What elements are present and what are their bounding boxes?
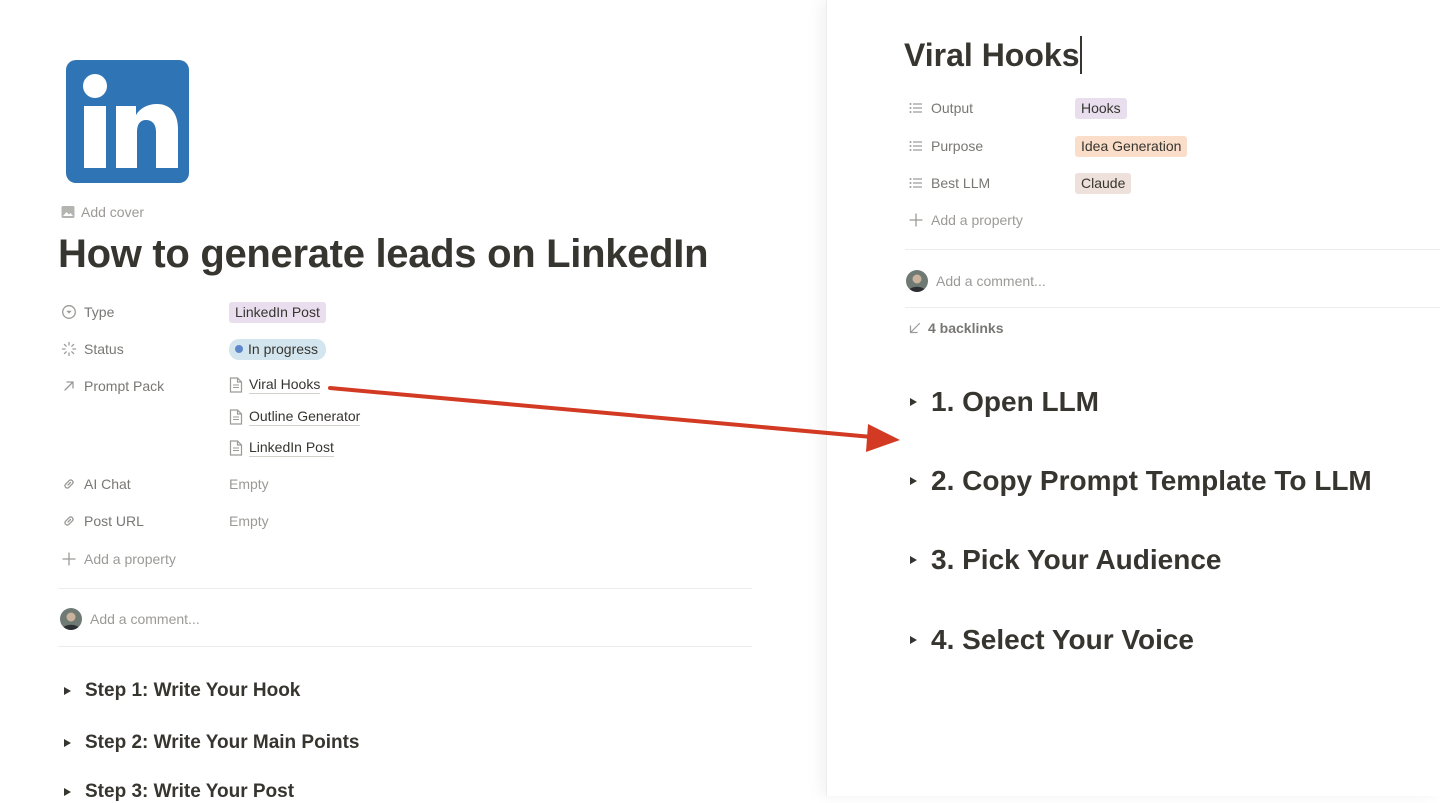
image-icon xyxy=(61,206,75,218)
relation-link-label: Viral Hooks xyxy=(249,376,321,394)
divider xyxy=(58,588,752,589)
property-best-llm[interactable]: Best LLM Claude xyxy=(908,172,1132,194)
toggle-triangle-icon xyxy=(64,788,71,796)
list-icon xyxy=(909,103,922,113)
status-dot-icon xyxy=(235,345,243,353)
property-prompt-pack-label: Prompt Pack xyxy=(84,378,165,394)
toggle-label: 3. Pick Your Audience xyxy=(931,544,1222,575)
page-icon xyxy=(229,440,243,456)
add-cover-button[interactable]: Add cover xyxy=(61,203,144,221)
plus-icon xyxy=(62,552,76,566)
property-output[interactable]: Output Hooks xyxy=(908,97,1127,119)
toggle-triangle-icon xyxy=(910,398,917,406)
property-purpose[interactable]: Purpose Idea Generation xyxy=(908,135,1188,157)
relation-link-outline-generator[interactable]: Outline Generator xyxy=(229,407,361,427)
comment-placeholder: Add a comment... xyxy=(90,611,200,627)
backlinks-label: 4 backlinks xyxy=(928,320,1004,336)
relation-link-label: LinkedIn Post xyxy=(249,439,334,457)
linkedin-logo-icon[interactable] xyxy=(66,60,189,183)
relation-link-viral-hooks[interactable]: Viral Hooks xyxy=(229,375,321,395)
property-purpose-label: Purpose xyxy=(931,138,984,154)
toggle-triangle-icon xyxy=(910,636,917,644)
toggle-triangle-icon xyxy=(910,556,917,564)
divider xyxy=(905,249,1440,250)
type-tag[interactable]: LinkedIn Post xyxy=(229,301,326,323)
post-url-value[interactable]: Empty xyxy=(229,513,269,529)
divider xyxy=(905,307,1440,308)
add-cover-label: Add cover xyxy=(81,204,145,220)
property-type[interactable]: Type LinkedIn Post xyxy=(61,301,326,323)
backlink-arrow-icon xyxy=(909,322,921,334)
property-output-label: Output xyxy=(931,100,974,116)
text-cursor xyxy=(1080,36,1082,74)
toggle-label: Step 1: Write Your Hook xyxy=(85,680,301,701)
toggle-select-voice[interactable]: 4. Select Your Voice xyxy=(910,624,1194,656)
toggle-label: Step 3: Write Your Post xyxy=(85,781,295,802)
toggle-label: 4. Select Your Voice xyxy=(931,624,1195,655)
property-status-label: Status xyxy=(84,341,124,357)
toggle-label: 1. Open LLM xyxy=(931,386,1099,417)
add-property-button[interactable]: Add a property xyxy=(908,209,1023,231)
toggle-step-3[interactable]: Step 3: Write Your Post xyxy=(64,781,294,803)
toggle-label: 2. Copy Prompt Template To LLM xyxy=(931,465,1372,496)
avatar xyxy=(906,270,928,292)
peek-page-title[interactable]: Viral Hooks xyxy=(904,36,1082,74)
property-type-label: Type xyxy=(84,304,115,320)
avatar xyxy=(60,608,82,630)
plus-icon xyxy=(909,213,923,227)
page-icon xyxy=(229,409,243,425)
page-icon xyxy=(229,377,243,393)
property-post-url[interactable]: Post URL Empty xyxy=(61,510,269,532)
divider xyxy=(58,646,752,647)
list-icon xyxy=(909,141,922,151)
relation-arrow-icon xyxy=(64,381,74,391)
add-property-button[interactable]: Add a property xyxy=(61,548,176,570)
relation-link-linkedin-post[interactable]: LinkedIn Post xyxy=(229,438,334,458)
toggle-open-llm[interactable]: 1. Open LLM xyxy=(910,386,1099,418)
toggle-label: Step 2: Write Your Main Points xyxy=(85,732,360,753)
property-status[interactable]: Status In progress xyxy=(61,338,327,360)
page-title[interactable]: How to generate leads on LinkedIn xyxy=(58,232,709,277)
property-ai-chat-label: AI Chat xyxy=(84,476,131,492)
add-property-label: Add a property xyxy=(931,212,1023,228)
property-ai-chat[interactable]: AI Chat Empty xyxy=(61,473,269,495)
comment-input[interactable]: Add a comment... xyxy=(906,270,1046,292)
output-tag[interactable]: Hooks xyxy=(1075,97,1127,119)
toggle-triangle-icon xyxy=(910,477,917,485)
toggle-pick-audience[interactable]: 3. Pick Your Audience xyxy=(910,544,1221,576)
peek-title-text: Viral Hooks xyxy=(904,36,1080,73)
peek-panel: Viral Hooks Output Hooks Purpose Idea Ge… xyxy=(826,0,1440,796)
toggle-step-2[interactable]: Step 2: Write Your Main Points xyxy=(64,732,359,754)
relation-link-label: Outline Generator xyxy=(249,408,361,426)
add-property-label: Add a property xyxy=(84,551,176,567)
backlinks-button[interactable]: 4 backlinks xyxy=(909,320,1004,336)
status-value: In progress xyxy=(248,340,319,357)
comment-input[interactable]: Add a comment... xyxy=(60,608,200,630)
property-post-url-label: Post URL xyxy=(84,513,144,529)
toggle-step-1[interactable]: Step 1: Write Your Hook xyxy=(64,680,300,702)
toggle-triangle-icon xyxy=(64,687,71,695)
property-best-llm-label: Best LLM xyxy=(931,175,991,191)
toggle-copy-prompt[interactable]: 2. Copy Prompt Template To LLM xyxy=(910,465,1372,497)
link-icon xyxy=(64,479,74,489)
best-llm-tag[interactable]: Claude xyxy=(1075,172,1132,194)
ai-chat-value[interactable]: Empty xyxy=(229,476,269,492)
purpose-tag[interactable]: Idea Generation xyxy=(1075,135,1188,157)
status-icon xyxy=(61,341,77,357)
property-prompt-pack[interactable]: Prompt Pack xyxy=(61,375,229,397)
comment-placeholder: Add a comment... xyxy=(936,273,1046,289)
toggle-triangle-icon xyxy=(64,739,71,747)
link-icon xyxy=(64,516,74,526)
list-icon xyxy=(909,178,922,188)
left-page: Add cover How to generate leads on Linke… xyxy=(0,0,826,802)
select-icon xyxy=(62,305,76,319)
status-badge[interactable]: In progress xyxy=(229,338,327,360)
